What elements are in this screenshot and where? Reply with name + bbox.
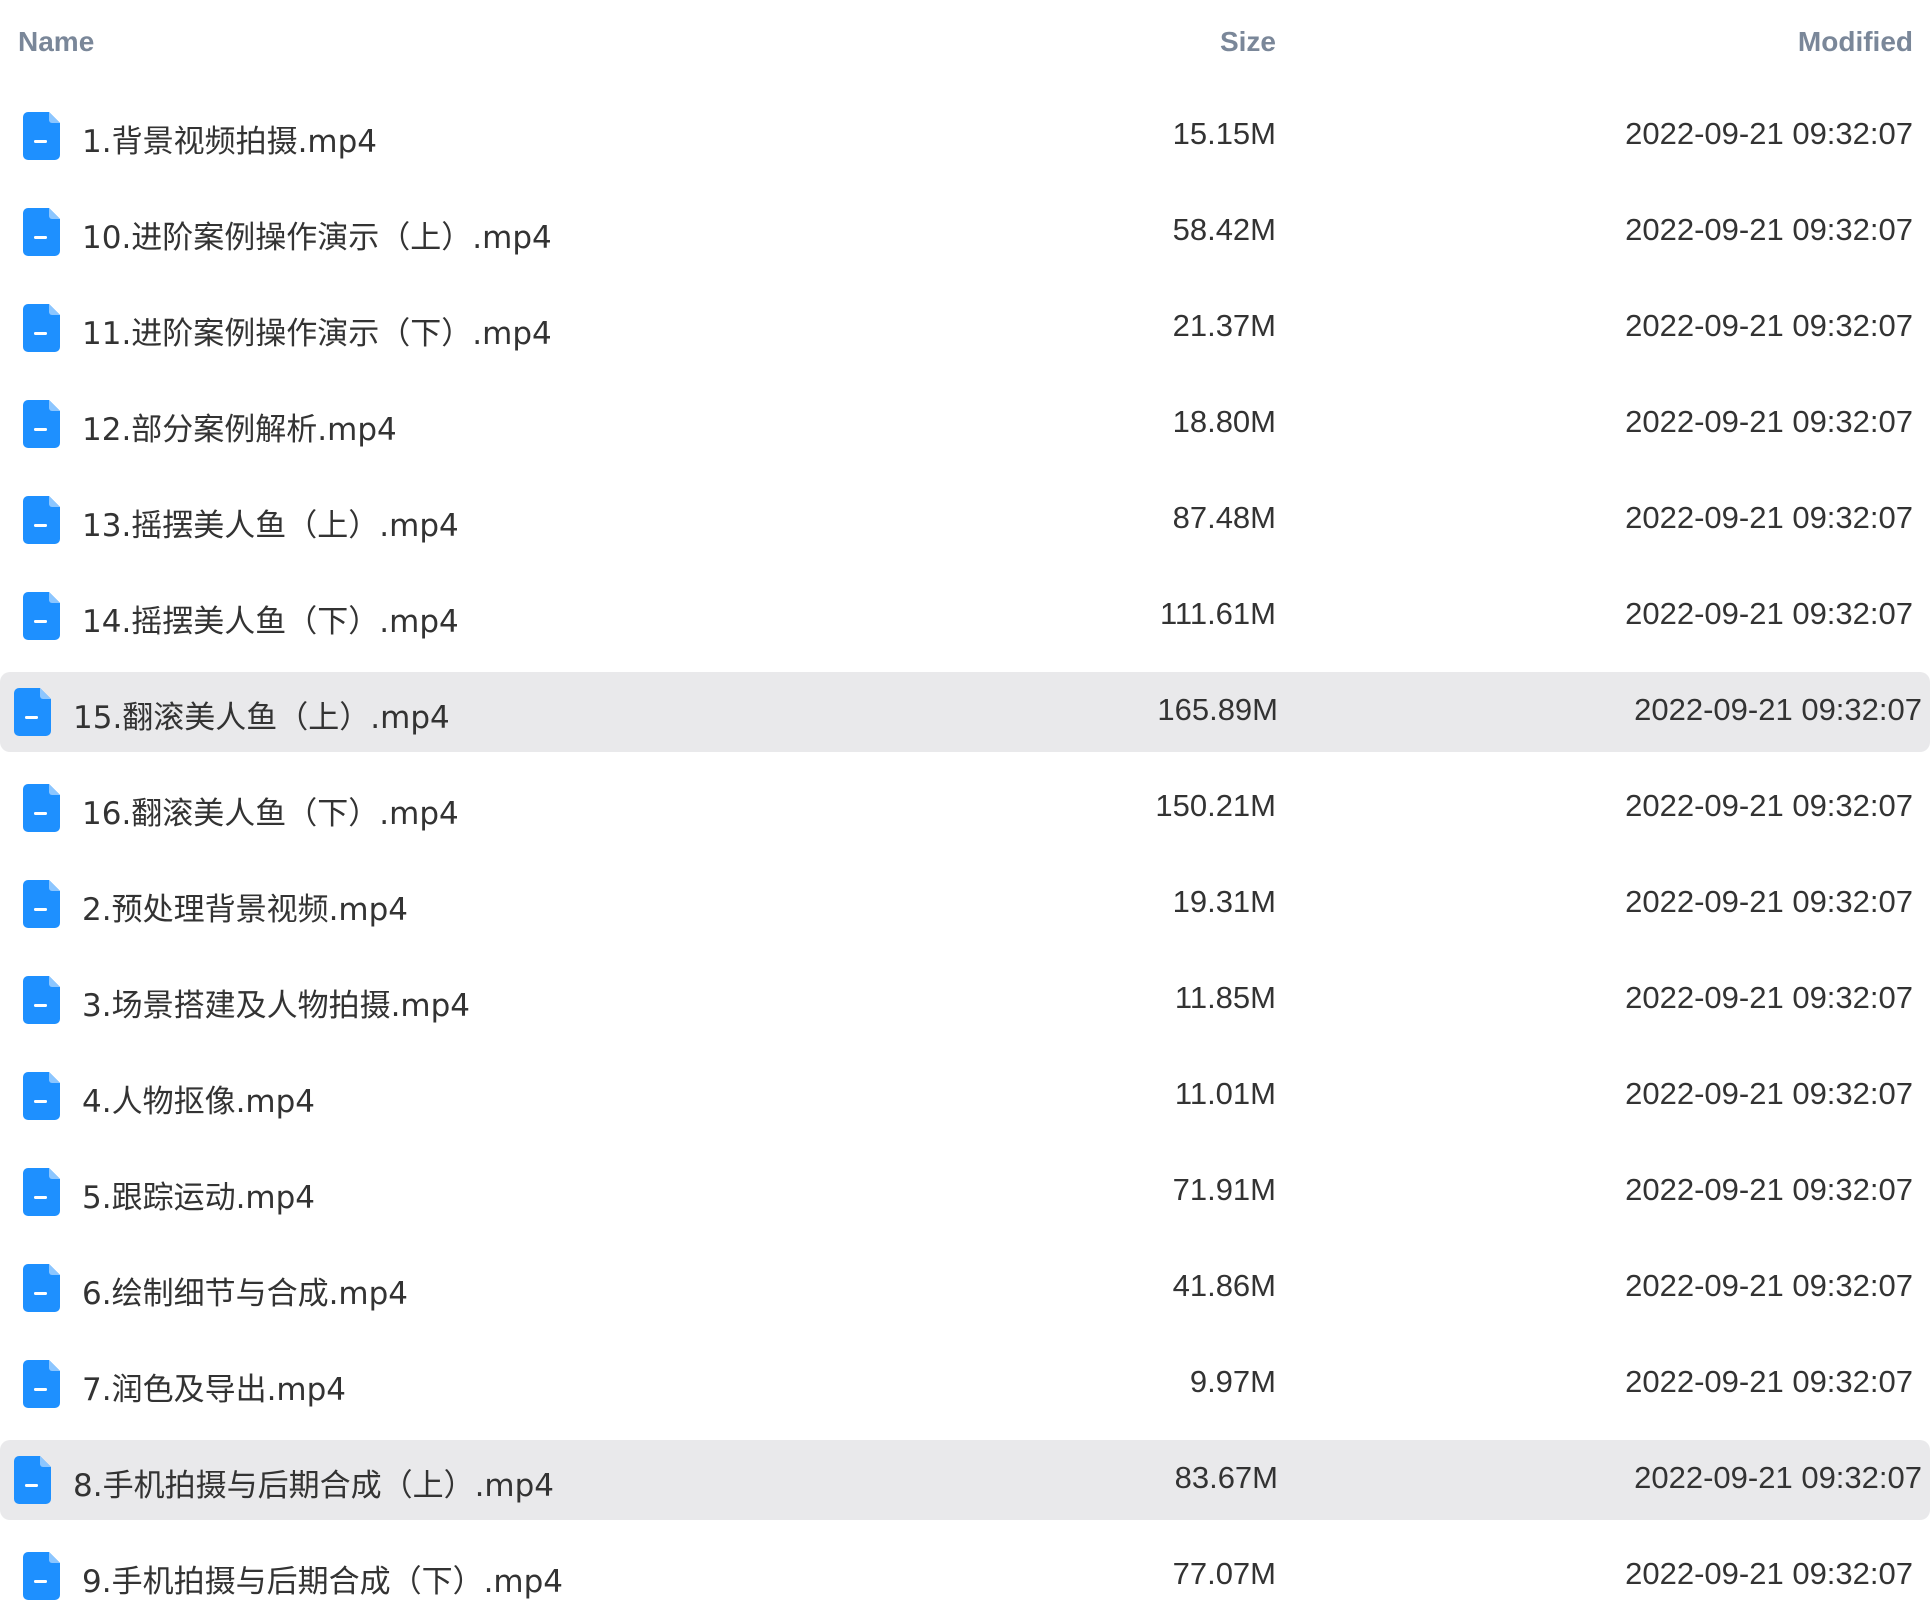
file-modified: 2022-09-21 09:32:07 (1625, 212, 1913, 247)
file-name: 9.手机拍摄与后期合成（下）.mp4 (82, 1564, 564, 1600)
file-size: 71.91M (1172, 1172, 1276, 1207)
file-size: 18.80M (1172, 404, 1276, 439)
file-size: 9.97M (1189, 1364, 1276, 1399)
table-row[interactable]: 10.进阶案例操作演示（上）.mp4 58.42M 2022-09-21 09:… (0, 184, 1930, 280)
file-name: 13.摇摆美人鱼（上）.mp4 (82, 508, 459, 544)
column-header-size[interactable]: Size (1220, 26, 1276, 58)
file-modified: 2022-09-21 09:32:07 (1625, 1076, 1913, 1111)
table-row[interactable]: 6.绘制细节与合成.mp4 41.86M 2022-09-21 09:32:07 (0, 1240, 1930, 1336)
document-icon (23, 112, 60, 160)
file-name: 3.场景搭建及人物拍摄.mp4 (82, 988, 471, 1024)
file-size: 19.31M (1172, 884, 1276, 919)
file-modified: 2022-09-21 09:32:07 (1625, 1268, 1913, 1303)
file-modified: 2022-09-21 09:32:07 (1625, 116, 1913, 151)
file-name: 10.进阶案例操作演示（上）.mp4 (82, 220, 552, 256)
document-icon (23, 1072, 60, 1120)
file-size: 15.15M (1172, 116, 1276, 151)
file-size: 83.67M (1174, 1460, 1278, 1495)
file-name: 14.摇摆美人鱼（下）.mp4 (82, 604, 459, 640)
document-icon (23, 208, 60, 256)
file-size: 77.07M (1172, 1556, 1276, 1591)
document-icon (23, 880, 60, 928)
file-size: 150.21M (1155, 788, 1276, 823)
table-row[interactable]: 5.跟踪运动.mp4 71.91M 2022-09-21 09:32:07 (0, 1144, 1930, 1240)
file-size: 41.86M (1172, 1268, 1276, 1303)
file-modified: 2022-09-21 09:32:07 (1625, 308, 1913, 343)
document-icon (14, 688, 51, 736)
file-modified: 2022-09-21 09:32:07 (1634, 1460, 1922, 1495)
table-row[interactable]: 8.手机拍摄与后期合成（上）.mp4 83.67M 2022-09-21 09:… (0, 1440, 1930, 1520)
document-icon (23, 784, 60, 832)
file-name: 7.润色及导出.mp4 (82, 1372, 347, 1408)
document-icon (23, 400, 60, 448)
file-modified: 2022-09-21 09:32:07 (1625, 1172, 1913, 1207)
column-header-name[interactable]: Name (18, 26, 94, 58)
file-name: 11.进阶案例操作演示（下）.mp4 (82, 316, 552, 352)
document-icon (23, 1264, 60, 1312)
file-modified: 2022-09-21 09:32:07 (1625, 596, 1913, 631)
file-modified: 2022-09-21 09:32:07 (1625, 884, 1913, 919)
file-name: 12.部分案例解析.mp4 (82, 412, 397, 448)
document-icon (23, 1168, 60, 1216)
file-size: 11.85M (1174, 980, 1276, 1015)
document-icon (14, 1456, 51, 1504)
table-row[interactable]: 4.人物抠像.mp4 11.01M 2022-09-21 09:32:07 (0, 1048, 1930, 1144)
file-name: 5.跟踪运动.mp4 (82, 1180, 316, 1216)
document-icon (23, 1360, 60, 1408)
file-size: 87.48M (1172, 500, 1276, 535)
file-size: 58.42M (1172, 212, 1276, 247)
file-name: 15.翻滚美人鱼（上）.mp4 (73, 700, 450, 736)
table-row[interactable]: 9.手机拍摄与后期合成（下）.mp4 77.07M 2022-09-21 09:… (0, 1528, 1930, 1624)
column-header-modified[interactable]: Modified (1798, 26, 1913, 58)
file-modified: 2022-09-21 09:32:07 (1625, 404, 1913, 439)
table-row[interactable]: 2.预处理背景视频.mp4 19.31M 2022-09-21 09:32:07 (0, 856, 1930, 952)
file-size: 165.89M (1157, 692, 1278, 727)
file-modified: 2022-09-21 09:32:07 (1625, 1364, 1913, 1399)
file-modified: 2022-09-21 09:32:07 (1625, 980, 1913, 1015)
file-name: 8.手机拍摄与后期合成（上）.mp4 (73, 1468, 555, 1504)
file-list: 1.背景视频拍摄.mp4 15.15M 2022-09-21 09:32:07 … (0, 88, 1930, 1624)
document-icon (23, 976, 60, 1024)
file-name: 16.翻滚美人鱼（下）.mp4 (82, 796, 459, 832)
file-name: 2.预处理背景视频.mp4 (82, 892, 409, 928)
file-name: 1.背景视频拍摄.mp4 (82, 124, 378, 160)
file-table: Name Size Modified 1.背景视频拍摄.mp4 15.15M 2… (0, 0, 1930, 1618)
table-row[interactable]: 15.翻滚美人鱼（上）.mp4 165.89M 2022-09-21 09:32… (0, 672, 1930, 752)
file-name: 6.绘制细节与合成.mp4 (82, 1276, 409, 1312)
table-row[interactable]: 14.摇摆美人鱼（下）.mp4 111.61M 2022-09-21 09:32… (0, 568, 1930, 664)
file-size: 11.01M (1174, 1076, 1276, 1111)
file-size: 21.37M (1172, 308, 1276, 343)
table-row[interactable]: 11.进阶案例操作演示（下）.mp4 21.37M 2022-09-21 09:… (0, 280, 1930, 376)
file-modified: 2022-09-21 09:32:07 (1634, 692, 1922, 727)
file-modified: 2022-09-21 09:32:07 (1625, 500, 1913, 535)
document-icon (23, 1552, 60, 1600)
document-icon (23, 496, 60, 544)
table-row[interactable]: 13.摇摆美人鱼（上）.mp4 87.48M 2022-09-21 09:32:… (0, 472, 1930, 568)
table-row[interactable]: 12.部分案例解析.mp4 18.80M 2022-09-21 09:32:07 (0, 376, 1930, 472)
table-header: Name Size Modified (0, 0, 1930, 88)
document-icon (23, 304, 60, 352)
document-icon (23, 592, 60, 640)
file-modified: 2022-09-21 09:32:07 (1625, 1556, 1913, 1591)
file-name: 4.人物抠像.mp4 (82, 1084, 316, 1120)
table-row[interactable]: 16.翻滚美人鱼（下）.mp4 150.21M 2022-09-21 09:32… (0, 760, 1930, 856)
table-row[interactable]: 3.场景搭建及人物拍摄.mp4 11.85M 2022-09-21 09:32:… (0, 952, 1930, 1048)
file-size: 111.61M (1159, 596, 1276, 631)
table-row[interactable]: 7.润色及导出.mp4 9.97M 2022-09-21 09:32:07 (0, 1336, 1930, 1432)
file-modified: 2022-09-21 09:32:07 (1625, 788, 1913, 823)
table-row[interactable]: 1.背景视频拍摄.mp4 15.15M 2022-09-21 09:32:07 (0, 88, 1930, 184)
